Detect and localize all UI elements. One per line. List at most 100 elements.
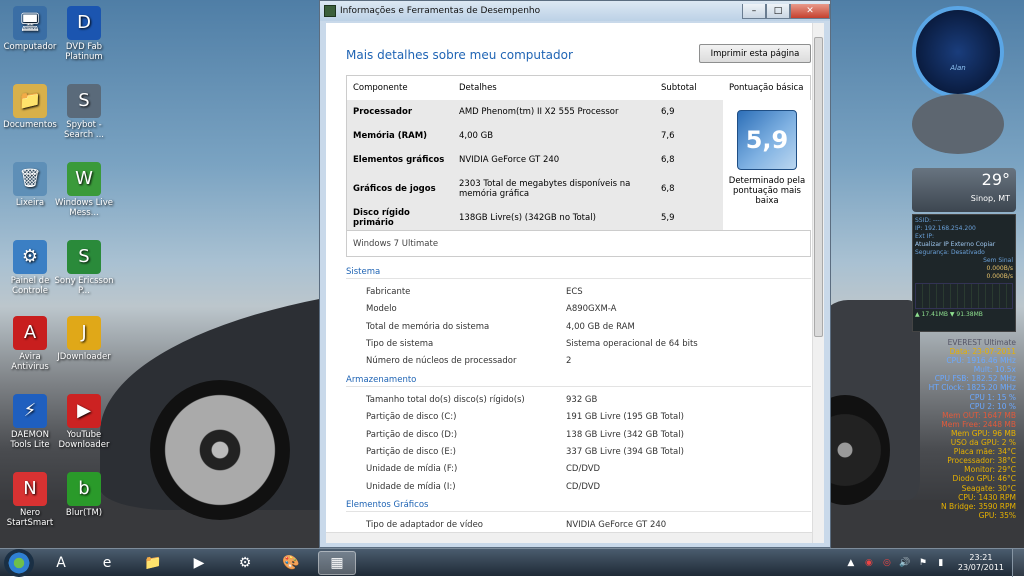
taskbar-windows-explorer-icon[interactable]: 📁 [134, 551, 172, 575]
info-value: A890GXM-A [566, 304, 617, 315]
desktop-icon[interactable]: 🗑 Lixeira [0, 162, 60, 208]
cell-details: 2303 Total de megabytes disponíveis na m… [459, 179, 631, 199]
desktop-icon[interactable]: b Blur(TM) [54, 472, 114, 518]
desktop-icon-image: S [67, 240, 101, 274]
section-storage-title: Armazenamento [346, 375, 811, 387]
taskbar: Ae 📁 ▶ ⚙ 🎨 ▦ ▲ ◉ ◎ 🔊 ⚑ ▮ 23:21 23/07/2011 [0, 548, 1024, 577]
table-header: Componente Detalhes Subtotal Pontuação b… [347, 76, 810, 100]
window-titlebar[interactable]: Informações e Ferramentas de Desempenho … [320, 1, 830, 21]
desktop-icon[interactable]: D DVD Fab Platinum [54, 6, 114, 62]
desktop-icon[interactable]: 📁 Documentos [0, 84, 60, 130]
taskbar-media-player-icon[interactable]: ▶ [180, 551, 218, 575]
desktop-icon[interactable]: J JDownloader [54, 316, 114, 362]
desktop-icon-label: DVD Fab Platinum [65, 42, 103, 62]
desktop-icon[interactable]: ⚙ Painel de Controle [0, 240, 60, 296]
taskbar-time: 23:21 [969, 553, 993, 562]
info-label: Total de memória do sistema [366, 321, 490, 332]
net-ext-ip: Ext IP: [915, 233, 935, 240]
sensor-line: GPU: 35% [978, 510, 1016, 520]
net-signal: Sem Sinal [983, 257, 1013, 264]
cell-component: Processador [353, 107, 413, 117]
desktop-icon[interactable]: ⚡ DAEMON Tools Lite [0, 394, 60, 450]
info-label: Partição de disco (E:) [366, 446, 456, 457]
taskbar-clock[interactable]: 23:21 23/07/2011 [958, 553, 1004, 573]
show-desktop-button[interactable] [1012, 549, 1024, 577]
net-links[interactable]: Atualizar IP Externo Copiar [915, 241, 1013, 249]
desktop-icon-label: Documentos [3, 120, 57, 130]
info-label: Tamanho total do(s) disco(s) rígido(s) [366, 395, 525, 405]
action-center-icon[interactable]: ⚑ [916, 556, 930, 570]
sensor-line: Seagate: 30°C [961, 483, 1016, 493]
maximize-button[interactable]: □ [766, 3, 790, 19]
desktop-icon[interactable]: 🖥 Computador [0, 6, 60, 52]
desktop: 🖥 Computador D DVD Fab Platinum 📁 Documentos S… [0, 0, 1024, 548]
section-graphics-title: Elementos Gráficos [346, 500, 811, 512]
minimize-button[interactable]: – [742, 3, 766, 19]
info-value: NVIDIA GeForce GT 240 [566, 520, 667, 530]
info-label: Unidade de mídia (I:) [366, 481, 456, 492]
cell-component: Disco rígido primário [353, 208, 410, 228]
desktop-icon-label: JDownloader [57, 352, 111, 362]
close-button[interactable]: ✕ [790, 3, 830, 19]
info-value: CD/DVD [566, 464, 601, 475]
weather-gadget[interactable]: 29° Sinop, MT [912, 168, 1016, 212]
taskbar-paint-icon[interactable]: 🎨 [272, 551, 310, 575]
info-value: 2 [566, 356, 572, 367]
taskbar-performance-tool-icon[interactable]: ▦ [318, 550, 356, 575]
desktop-icon[interactable]: ▶ YouTube Downloader [54, 394, 114, 450]
info-label: Número de núcleos de processador [366, 356, 517, 367]
network-tray-icon[interactable]: ◎ [880, 556, 894, 570]
sensor-line: EVEREST Ultimate [947, 338, 1016, 347]
vertical-scrollbar[interactable] [812, 23, 824, 543]
desktop-icon-image: D [67, 6, 101, 40]
sensor-line: CPU 2: 10 % [969, 401, 1016, 411]
taskbar-control-panel-icon[interactable]: ⚙ [226, 551, 264, 575]
print-page-button[interactable]: Imprimir esta página [699, 44, 811, 63]
start-button[interactable] [4, 548, 34, 577]
sensor-line: N Bridge: 3590 RPM [940, 501, 1016, 511]
horizontal-scrollbar[interactable] [326, 532, 812, 543]
info-value: Sistema operacional de 64 bits [566, 338, 698, 349]
cpu-meter-gadget[interactable] [912, 94, 1004, 154]
sensor-line: HT Clock: 1825.20 MHz [928, 383, 1016, 393]
sensor-line: CPU FSB: 182.52 MHz [934, 374, 1016, 384]
info-label: Partição de disco (D:) [366, 429, 458, 440]
volume-icon[interactable]: 🔊 [898, 556, 912, 570]
cell-subtotal: 7,6 [661, 131, 675, 141]
cell-details: 138GB Livre(s) (342GB no Total) [459, 213, 596, 223]
table-row: Memória (RAM) 4,00 GB 7,6 [347, 124, 723, 148]
base-score-caption: Determinado pela pontuação mais baixa [728, 176, 806, 206]
show-hidden-icons-icon[interactable]: ▲ [844, 556, 858, 570]
sensor-line: USO da GPU: 2 % [950, 438, 1016, 448]
cell-subtotal: 6,9 [661, 107, 675, 117]
desktop-icon-label: Blur(TM) [65, 508, 103, 518]
desktop-icon-label: Computador [3, 42, 57, 52]
taskbar-avant-browser-icon[interactable]: A [42, 551, 80, 575]
desktop-icon-label: Sony Ericsson P... [54, 276, 114, 296]
desktop-icon[interactable]: S Spybot - Search ... [54, 84, 114, 140]
desktop-icon[interactable]: S Sony Ericsson P... [54, 240, 114, 296]
sensor-line: Diodo GPU: 46°C [952, 474, 1016, 484]
taskbar-internet-explorer-icon[interactable]: e [88, 551, 126, 575]
clock-gadget[interactable]: Alan [912, 6, 1004, 98]
desktop-icon[interactable]: N Nero StartSmart [0, 472, 60, 528]
cell-component: Elementos gráficos [353, 155, 445, 165]
power-icon[interactable]: ▮ [934, 556, 948, 570]
table-row: Processador AMD Phenom(tm) II X2 555 Proc… [347, 100, 723, 124]
desktop-icon[interactable]: W Windows Live Mess... [54, 162, 114, 218]
clock-label: Alan [950, 64, 966, 72]
sensor-line: CPU 1: 15 % [969, 392, 1016, 402]
net-security: Segurança: Desativado [915, 249, 985, 256]
score-table: Componente Detalhes Subtotal Pontuação b… [346, 75, 811, 257]
sensor-line: Mem GPU: 96 MB [950, 428, 1016, 438]
section-system-title: Sistema [346, 267, 811, 279]
sensor-line: Mem Free: 2448 MB [941, 419, 1016, 429]
desktop-icon[interactable]: A Avira Antivirus [0, 316, 60, 372]
net-totals: ▲ 17.41MB ▼ 91.38MB [915, 311, 983, 318]
cell-details: 4,00 GB [459, 131, 494, 141]
avira-tray-icon[interactable]: ◉ [862, 556, 876, 570]
table-row: Elementos gráficos NVIDIA GeForce GT 240 6… [347, 148, 723, 172]
info-value: CD/DVD [566, 481, 601, 492]
scrollbar-thumb[interactable] [814, 37, 823, 337]
net-up-rate: 0.000B/s [986, 265, 1013, 272]
